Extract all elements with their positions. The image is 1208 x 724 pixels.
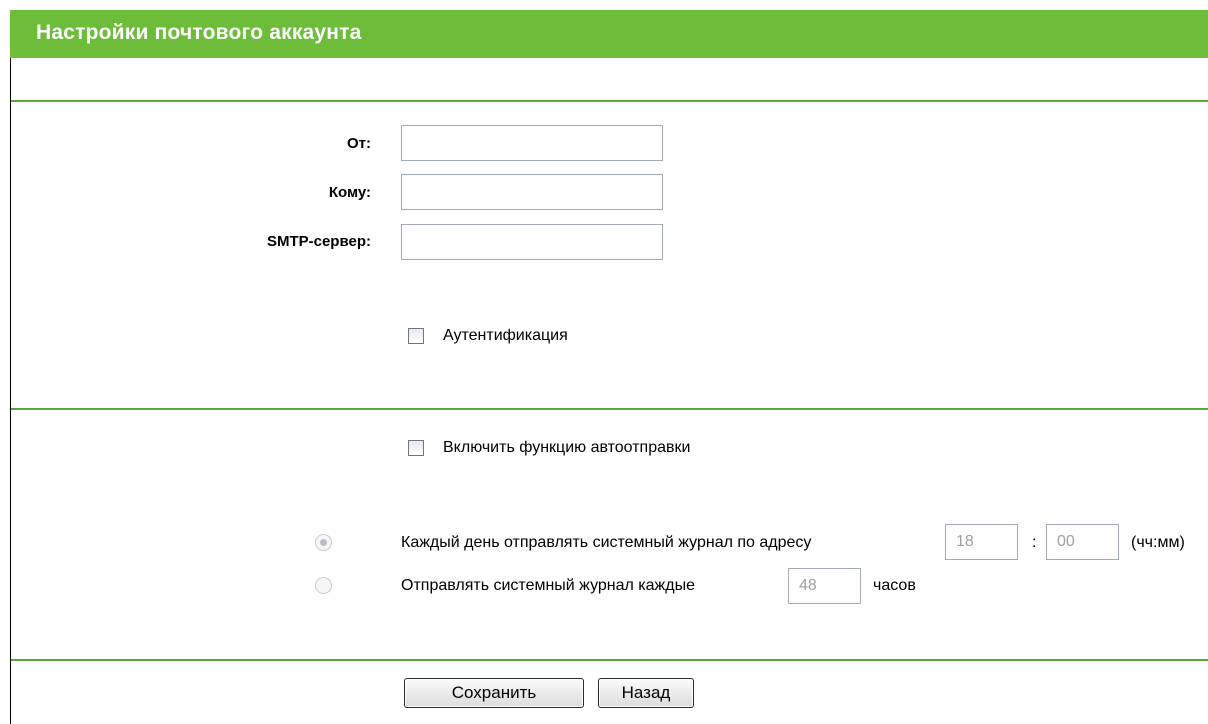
smtp-server-label: SMTP-сервер: (266, 233, 371, 250)
from-input[interactable] (401, 125, 663, 161)
interval-send-label: Отправлять системный журнал каждые (401, 577, 695, 594)
time-format-hint: (чч:мм) (1131, 534, 1185, 551)
from-label: От: (346, 135, 371, 152)
daily-send-radio-dot (320, 539, 327, 546)
daily-hour-input[interactable] (945, 524, 1018, 560)
divider-middle (11, 408, 1208, 410)
autosend-enable-label: Включить функцию автоотправки (443, 439, 691, 456)
interval-hours-input[interactable] (788, 568, 861, 604)
title-bar: Настройки почтового аккаунта (10, 10, 1208, 58)
authentication-checkbox[interactable] (408, 328, 424, 344)
back-button[interactable]: Назад (598, 678, 694, 708)
to-label: Кому: (328, 184, 371, 201)
daily-send-radio[interactable] (315, 534, 332, 551)
interval-send-radio[interactable] (315, 577, 332, 594)
settings-panel (10, 10, 1208, 724)
autosend-enable-checkbox[interactable] (408, 440, 424, 456)
daily-send-label: Каждый день отправлять системный журнал … (401, 534, 812, 551)
time-separator: : (1032, 534, 1037, 551)
divider-bottom (11, 659, 1208, 661)
page-title: Настройки почтового аккаунта (36, 21, 362, 44)
interval-unit-label: часов (873, 577, 916, 594)
smtp-server-input[interactable] (401, 224, 663, 260)
daily-minute-input[interactable] (1046, 524, 1119, 560)
to-input[interactable] (401, 174, 663, 210)
authentication-label: Аутентификация (443, 327, 568, 344)
save-button[interactable]: Сохранить (404, 678, 584, 708)
divider-top (11, 100, 1208, 102)
